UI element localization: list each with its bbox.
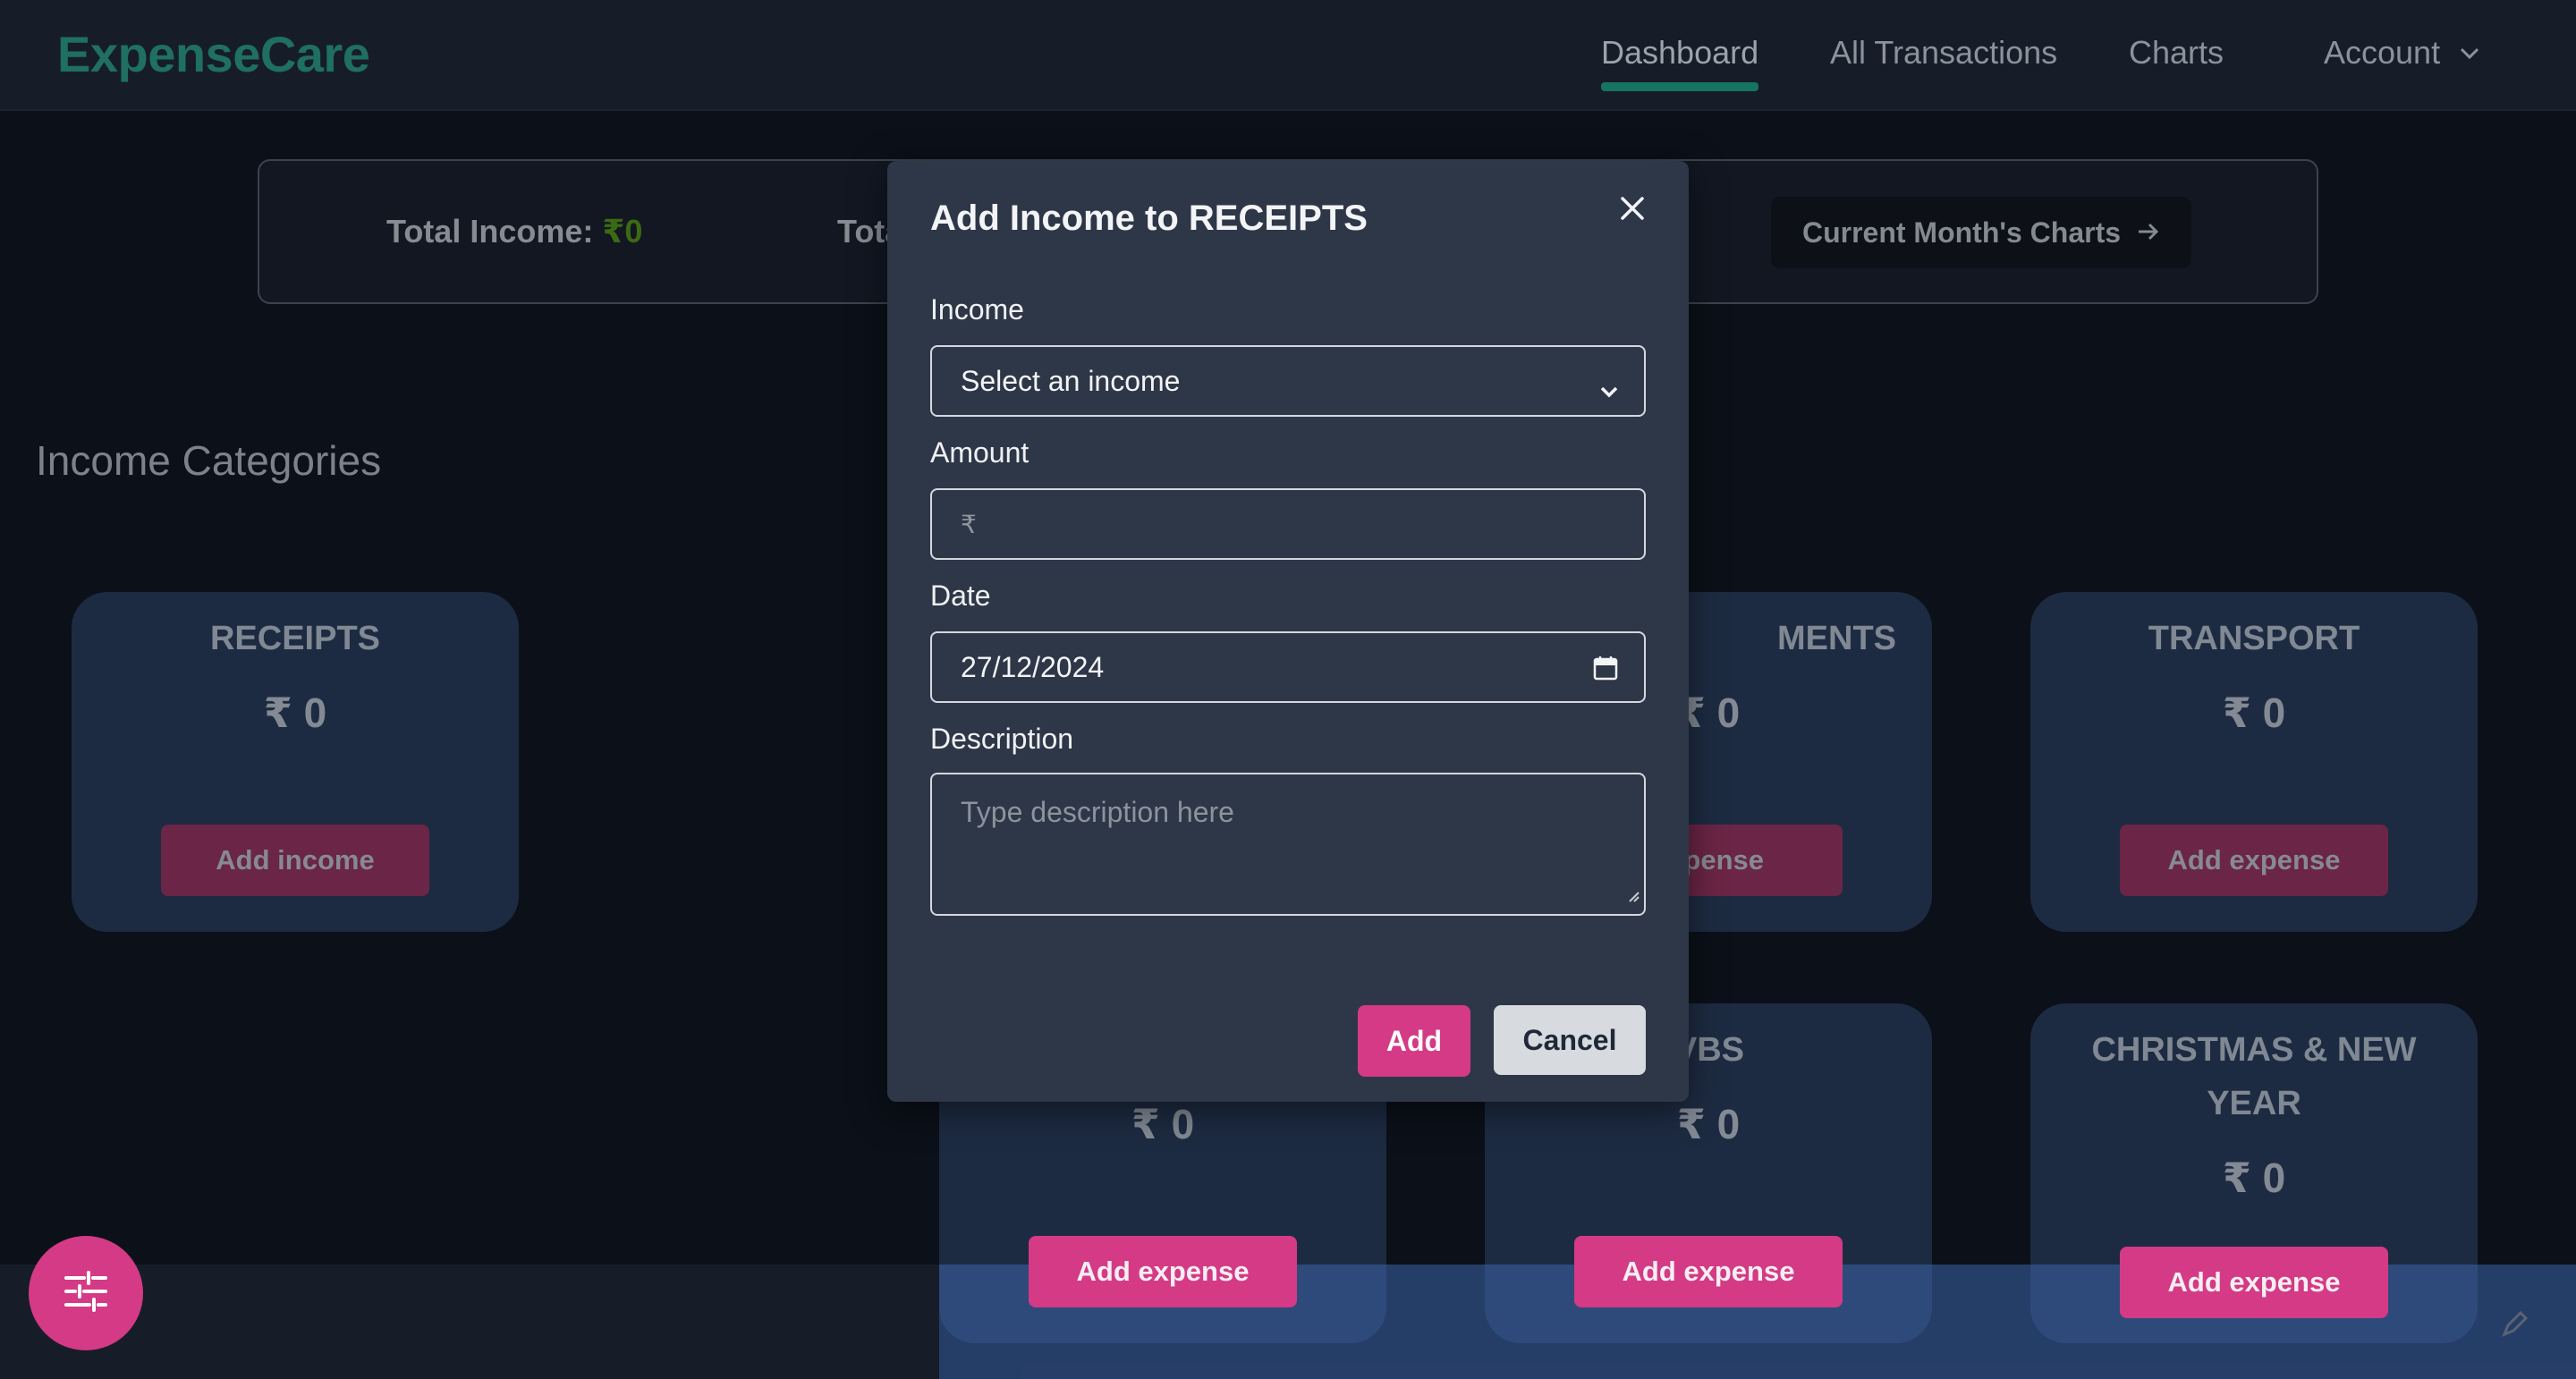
pencil-icon[interactable] xyxy=(2499,1307,2531,1344)
current-month-charts-label: Current Month's Charts xyxy=(1801,216,2122,249)
add-income-button[interactable]: Add income xyxy=(161,825,429,896)
income-categories-heading: Income Categories xyxy=(36,437,382,484)
calendar-icon[interactable] xyxy=(1592,655,1619,689)
total-income: Total Income: ₹0 xyxy=(386,213,642,250)
description-label: Description xyxy=(930,723,1074,755)
add-expense-button[interactable]: Add expense xyxy=(1574,1236,1843,1307)
date-input[interactable]: 27/12/2024 xyxy=(930,631,1646,703)
nav-dashboard[interactable]: Dashboard xyxy=(1601,34,1758,72)
add-income-modal: Add Income to RECEIPTS Income Select an … xyxy=(887,161,1689,1102)
arrow-right-icon xyxy=(2137,216,2160,250)
card-amount: ₹ 0 xyxy=(2222,1155,2286,1201)
category-card-receipts: RECEIPTS ₹ 0 Add income xyxy=(72,592,519,932)
card-amount: ₹ 0 xyxy=(1676,1101,1741,1147)
brand-logo[interactable]: ExpenseCare xyxy=(57,25,370,83)
income-select[interactable]: Select an income xyxy=(930,345,1646,417)
category-card-transport: TRANSPORT ₹ 0 Add expense xyxy=(2030,592,2478,932)
close-button[interactable] xyxy=(1610,188,1655,233)
resize-grip-icon[interactable] xyxy=(1624,877,1640,910)
add-expense-button[interactable]: Add expense xyxy=(1029,1236,1297,1307)
add-expense-button[interactable]: Add expense xyxy=(2120,825,2388,896)
amount-input[interactable]: ₹ xyxy=(930,488,1646,560)
nav-charts[interactable]: Charts xyxy=(2129,34,2224,72)
top-navbar: ExpenseCare Dashboard All Transactions C… xyxy=(0,0,2576,111)
amount-label: Amount xyxy=(930,436,1030,469)
card-title: TRANSPORT xyxy=(2148,620,2360,657)
add-expense-button[interactable]: Add expense xyxy=(2120,1247,2388,1318)
nav-all-transactions[interactable]: All Transactions xyxy=(1830,34,2057,72)
filters-fab-button[interactable] xyxy=(29,1236,143,1350)
add-button[interactable]: Add xyxy=(1358,1005,1470,1077)
card-title: RECEIPTS xyxy=(209,620,381,657)
nav-account-label: Account xyxy=(2324,34,2441,71)
description-textarea[interactable]: Type description here xyxy=(930,773,1646,916)
chevron-down-icon xyxy=(2460,38,2479,66)
description-placeholder: Type description here xyxy=(961,796,1234,828)
amount-currency-prefix: ₹ xyxy=(961,510,977,538)
income-select-value: Select an income xyxy=(961,364,1181,397)
income-label: Income xyxy=(930,293,1024,326)
card-amount: ₹ 0 xyxy=(2222,690,2286,736)
date-label: Date xyxy=(930,580,991,612)
card-amount: ₹ 0 xyxy=(263,690,327,736)
cancel-button[interactable]: Cancel xyxy=(1494,1005,1646,1075)
current-month-charts-button[interactable]: Current Month's Charts xyxy=(1771,197,2191,268)
nav-account-menu[interactable]: Account xyxy=(2324,34,2479,72)
sliders-icon xyxy=(64,1270,107,1316)
card-title: CHRISTMAS & NEW YEAR xyxy=(2091,1031,2417,1122)
modal-title: Add Income to RECEIPTS xyxy=(930,199,1368,238)
nav-active-indicator xyxy=(1601,82,1758,91)
total-income-label: Total Income: xyxy=(386,213,594,250)
date-input-value: 27/12/2024 xyxy=(961,650,1105,683)
card-amount: ₹ 0 xyxy=(1131,1101,1195,1147)
close-icon xyxy=(1620,196,1645,225)
total-income-value: ₹0 xyxy=(602,213,643,250)
chevron-down-icon xyxy=(1599,374,1619,407)
